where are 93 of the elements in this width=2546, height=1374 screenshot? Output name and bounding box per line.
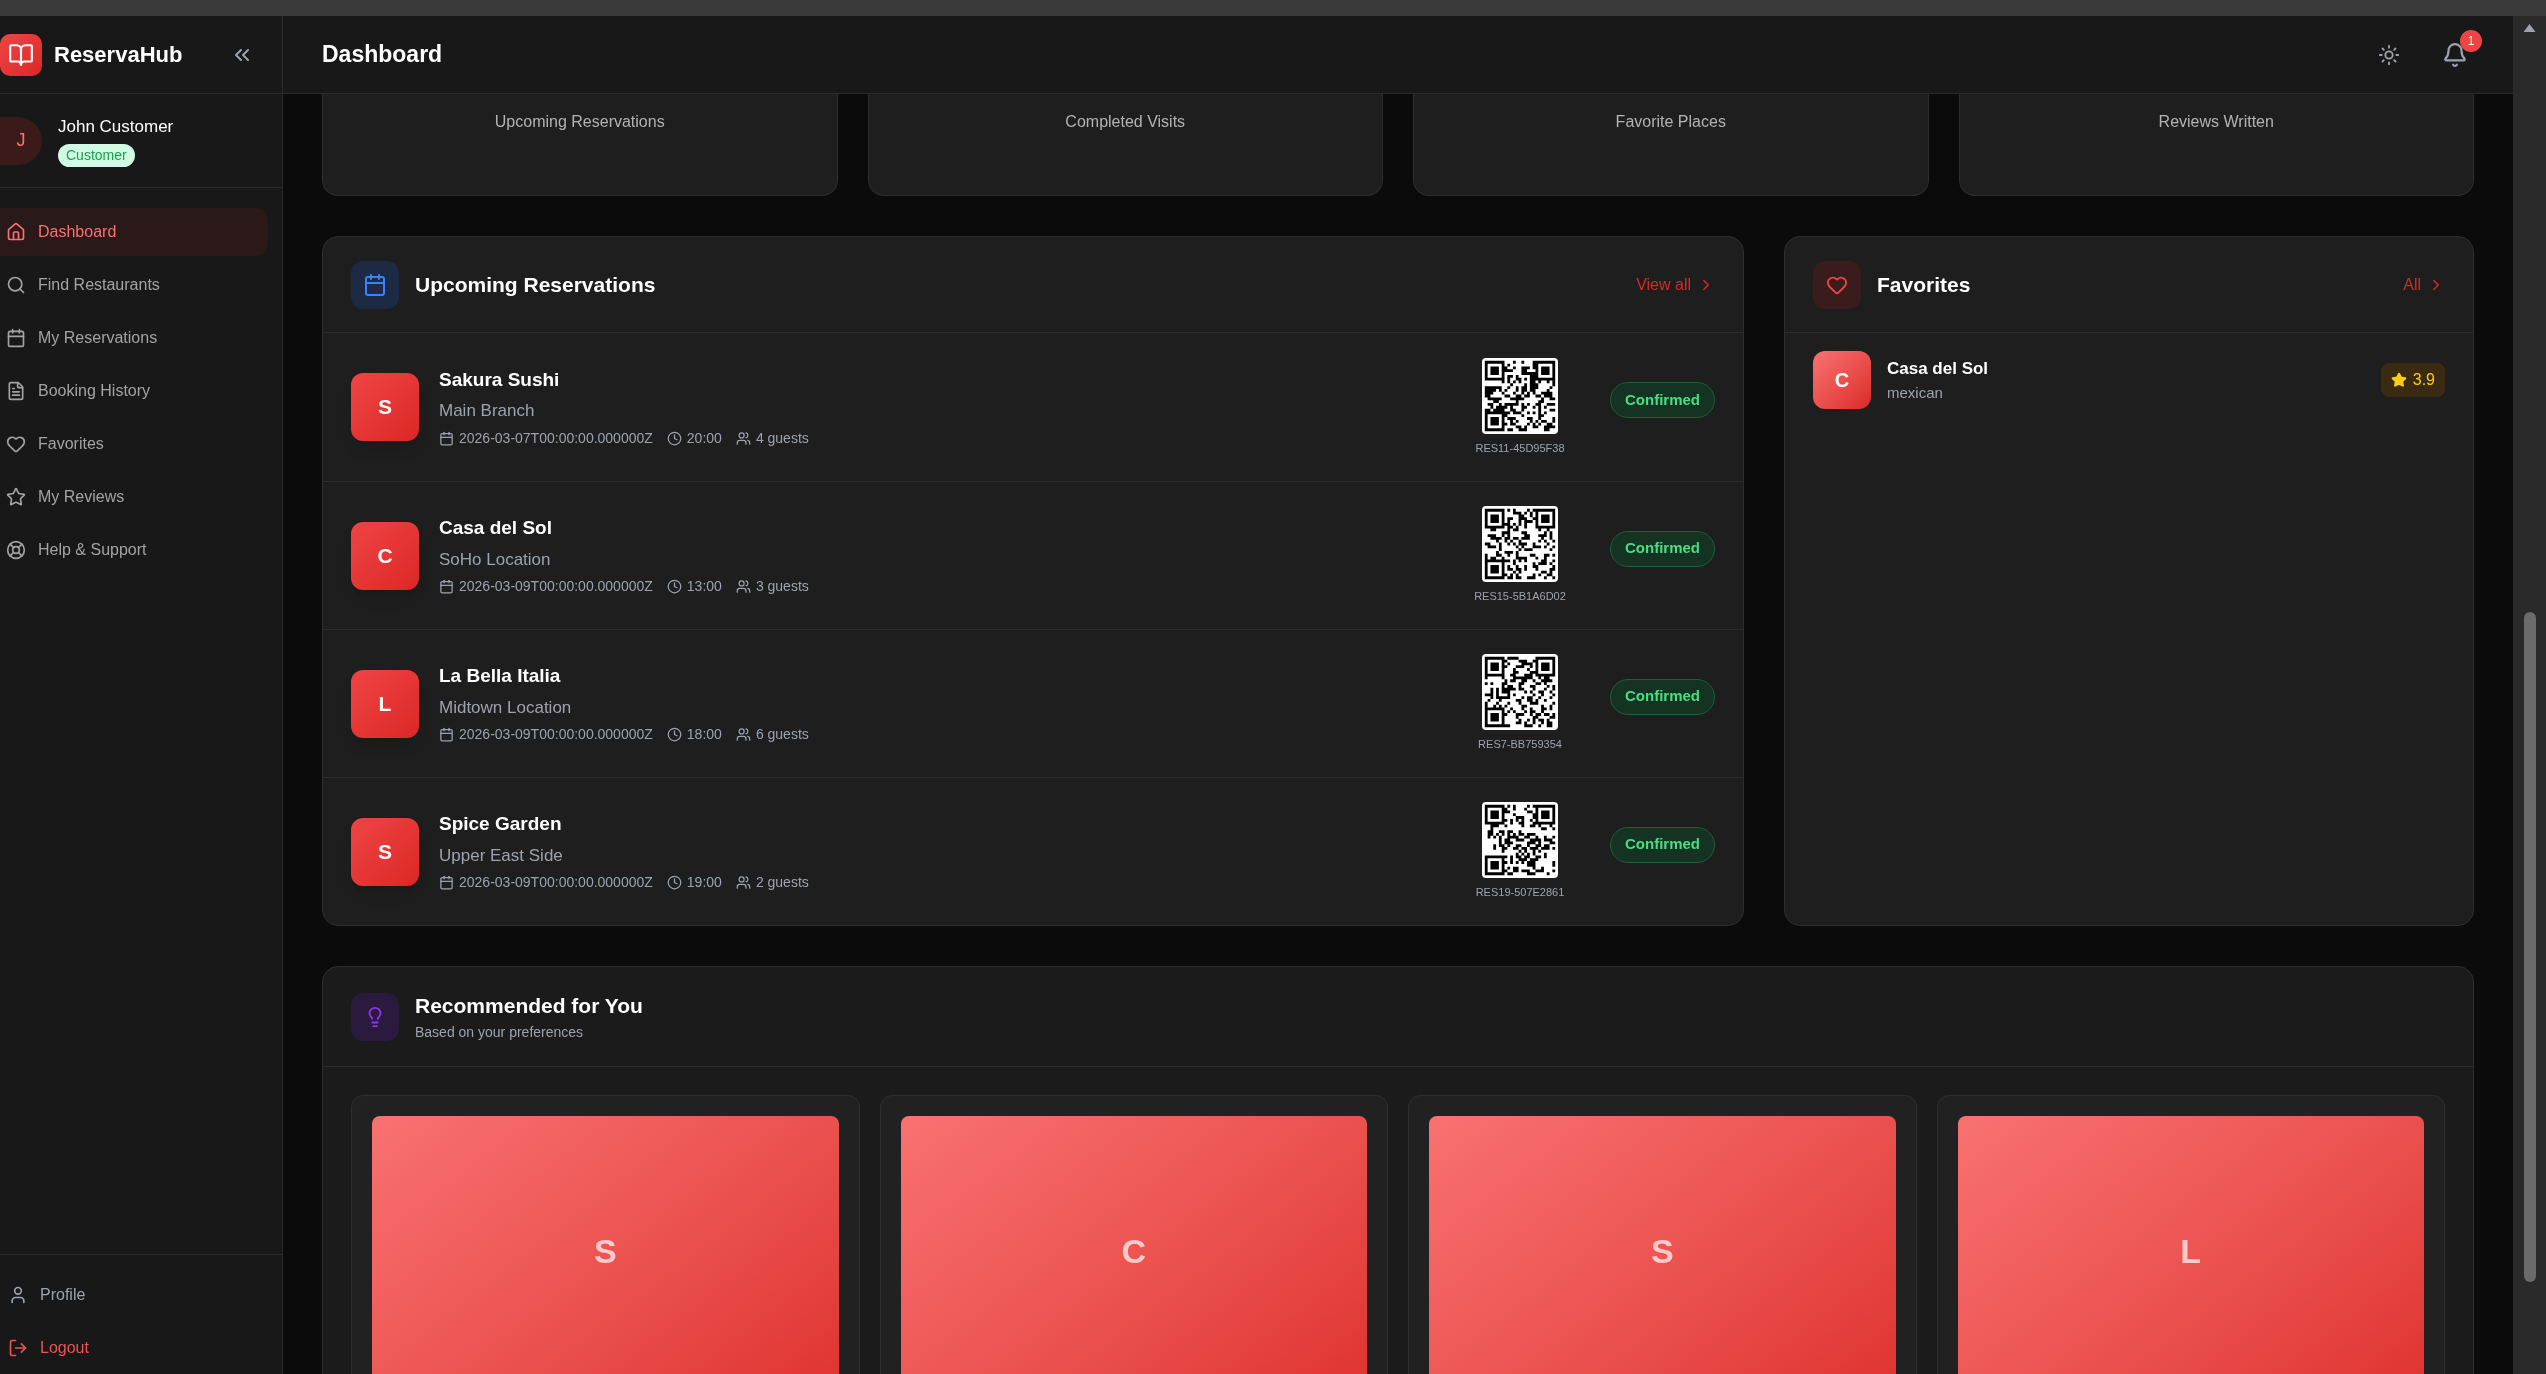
guest-count: 3 guests — [755, 577, 809, 596]
view-all-link[interactable]: View all — [1636, 272, 1715, 297]
calendar-icon — [6, 328, 26, 348]
status-badge: Confirmed — [1610, 678, 1715, 715]
search-icon — [6, 275, 26, 295]
restaurant-name: Casa del Sol — [1887, 358, 1989, 380]
reservation-time: 13:00 — [686, 577, 722, 596]
section-title: Favorites — [1877, 271, 1971, 298]
page-title: Dashboard — [322, 40, 443, 70]
restaurant-name: La Bella Italia — [439, 664, 562, 688]
restaurant-cover: L — [1957, 1116, 2424, 1374]
clock-icon — [666, 727, 682, 742]
section-subtitle: Based on your preferences — [415, 1022, 585, 1042]
nav-item[interactable]: My Reservations — [0, 314, 268, 362]
nav-item[interactable]: Booking History — [0, 367, 268, 415]
nav-item[interactable]: Dashboard — [0, 208, 268, 256]
role-badge: Customer — [58, 143, 135, 167]
user-name: John Customer — [58, 116, 174, 139]
clock-icon — [666, 430, 682, 446]
restaurant-name: Spice Garden — [439, 812, 563, 836]
reservation-time: 19:00 — [686, 873, 722, 892]
theme-toggle[interactable] — [2378, 43, 2400, 66]
logout-icon — [8, 1338, 28, 1358]
nav-item[interactable]: Favorites — [0, 420, 268, 468]
bell-icon — [2442, 41, 2468, 68]
stat-label: Upcoming Reservations — [494, 112, 665, 132]
reservation-code: RES7-BB759354 — [1478, 737, 1562, 753]
reservation-time: 20:00 — [686, 428, 722, 448]
calendar-icon — [439, 579, 454, 594]
reservation-date: 2026-03-09T00:00:00.000000Z — [459, 873, 653, 892]
reservation-date: 2026-03-09T00:00:00.000000Z — [459, 577, 653, 596]
stat-label: Reviews Written — [2158, 112, 2274, 132]
restaurant-avatar: L — [351, 669, 419, 738]
sun-icon — [2378, 43, 2400, 66]
reservation-date: 2026-03-09T00:00:00.000000Z — [459, 725, 653, 744]
lightbulb-icon — [351, 992, 399, 1041]
status-badge: Confirmed — [1610, 530, 1715, 567]
stat-label: Favorite Places — [1615, 112, 1726, 132]
view-all-link[interactable]: All — [2403, 272, 2445, 297]
restaurant-location: SoHo Location — [439, 548, 552, 571]
brand-name: ReservaHub — [54, 41, 183, 69]
section-title: Recommended for You — [415, 993, 643, 1020]
nav-item[interactable]: Help & Support — [0, 526, 268, 574]
reservation-code: RES11-45D95F38 — [1475, 440, 1565, 456]
rating-badge: 3.9 — [2380, 363, 2445, 397]
reservation-code: RES15-5B1A6D02 — [1474, 589, 1566, 605]
guests-icon — [735, 875, 751, 890]
notification-count: 1 — [2460, 29, 2482, 52]
restaurant-avatar: C — [1813, 351, 1871, 409]
nav-item[interactable]: Profile — [0, 1271, 282, 1319]
clock-icon — [666, 579, 682, 594]
star-icon — [6, 487, 26, 507]
home-icon — [6, 222, 26, 242]
restaurant-avatar: S — [351, 373, 419, 441]
guest-count: 6 guests — [755, 725, 809, 744]
guests-icon — [735, 727, 751, 742]
clock-icon — [666, 875, 682, 890]
restaurant-location: Midtown Location — [439, 696, 573, 719]
nav-item[interactable]: My Reviews — [0, 473, 268, 521]
calendar-icon — [439, 430, 454, 446]
document-icon — [6, 381, 26, 401]
restaurant-location: Upper East Side — [439, 844, 564, 867]
lifebuoy-icon — [6, 540, 26, 560]
nav-item[interactable]: Find Restaurants — [0, 261, 268, 309]
guests-icon — [735, 430, 751, 446]
guest-count: 4 guests — [755, 428, 809, 448]
logo-icon — [0, 33, 42, 76]
heart-icon — [6, 434, 26, 454]
reservation-date: 2026-03-07T00:00:00.000000Z — [459, 428, 653, 448]
restaurant-cover: C — [900, 1116, 1367, 1374]
restaurant-avatar: C — [351, 521, 419, 590]
reservation-code: RES19-507E2861 — [1475, 885, 1565, 901]
calendar-icon — [351, 260, 399, 309]
restaurant-cover: S — [372, 1116, 839, 1374]
cuisine-label: mexican — [1887, 382, 1944, 403]
status-badge: Confirmed — [1610, 382, 1715, 418]
notifications-button[interactable] — [2442, 41, 2468, 68]
nav-item[interactable]: Logout — [0, 1324, 282, 1372]
restaurant-location: Main Branch — [439, 400, 536, 422]
calendar-icon — [439, 875, 454, 890]
restaurant-name: Sakura Sushi — [439, 367, 561, 392]
restaurant-avatar: S — [351, 817, 419, 886]
reservation-time: 18:00 — [686, 725, 722, 744]
calendar-icon — [439, 727, 454, 742]
guests-icon — [735, 579, 751, 594]
stat-label: Completed Visits — [1065, 112, 1186, 132]
restaurant-cover: S — [1429, 1116, 1896, 1374]
restaurant-name: Casa del Sol — [439, 516, 553, 540]
user-avatar: J — [0, 116, 42, 165]
section-title: Upcoming Reservations — [415, 271, 656, 298]
status-badge: Confirmed — [1610, 826, 1715, 863]
guest-count: 2 guests — [755, 873, 809, 892]
user-icon — [8, 1285, 28, 1305]
